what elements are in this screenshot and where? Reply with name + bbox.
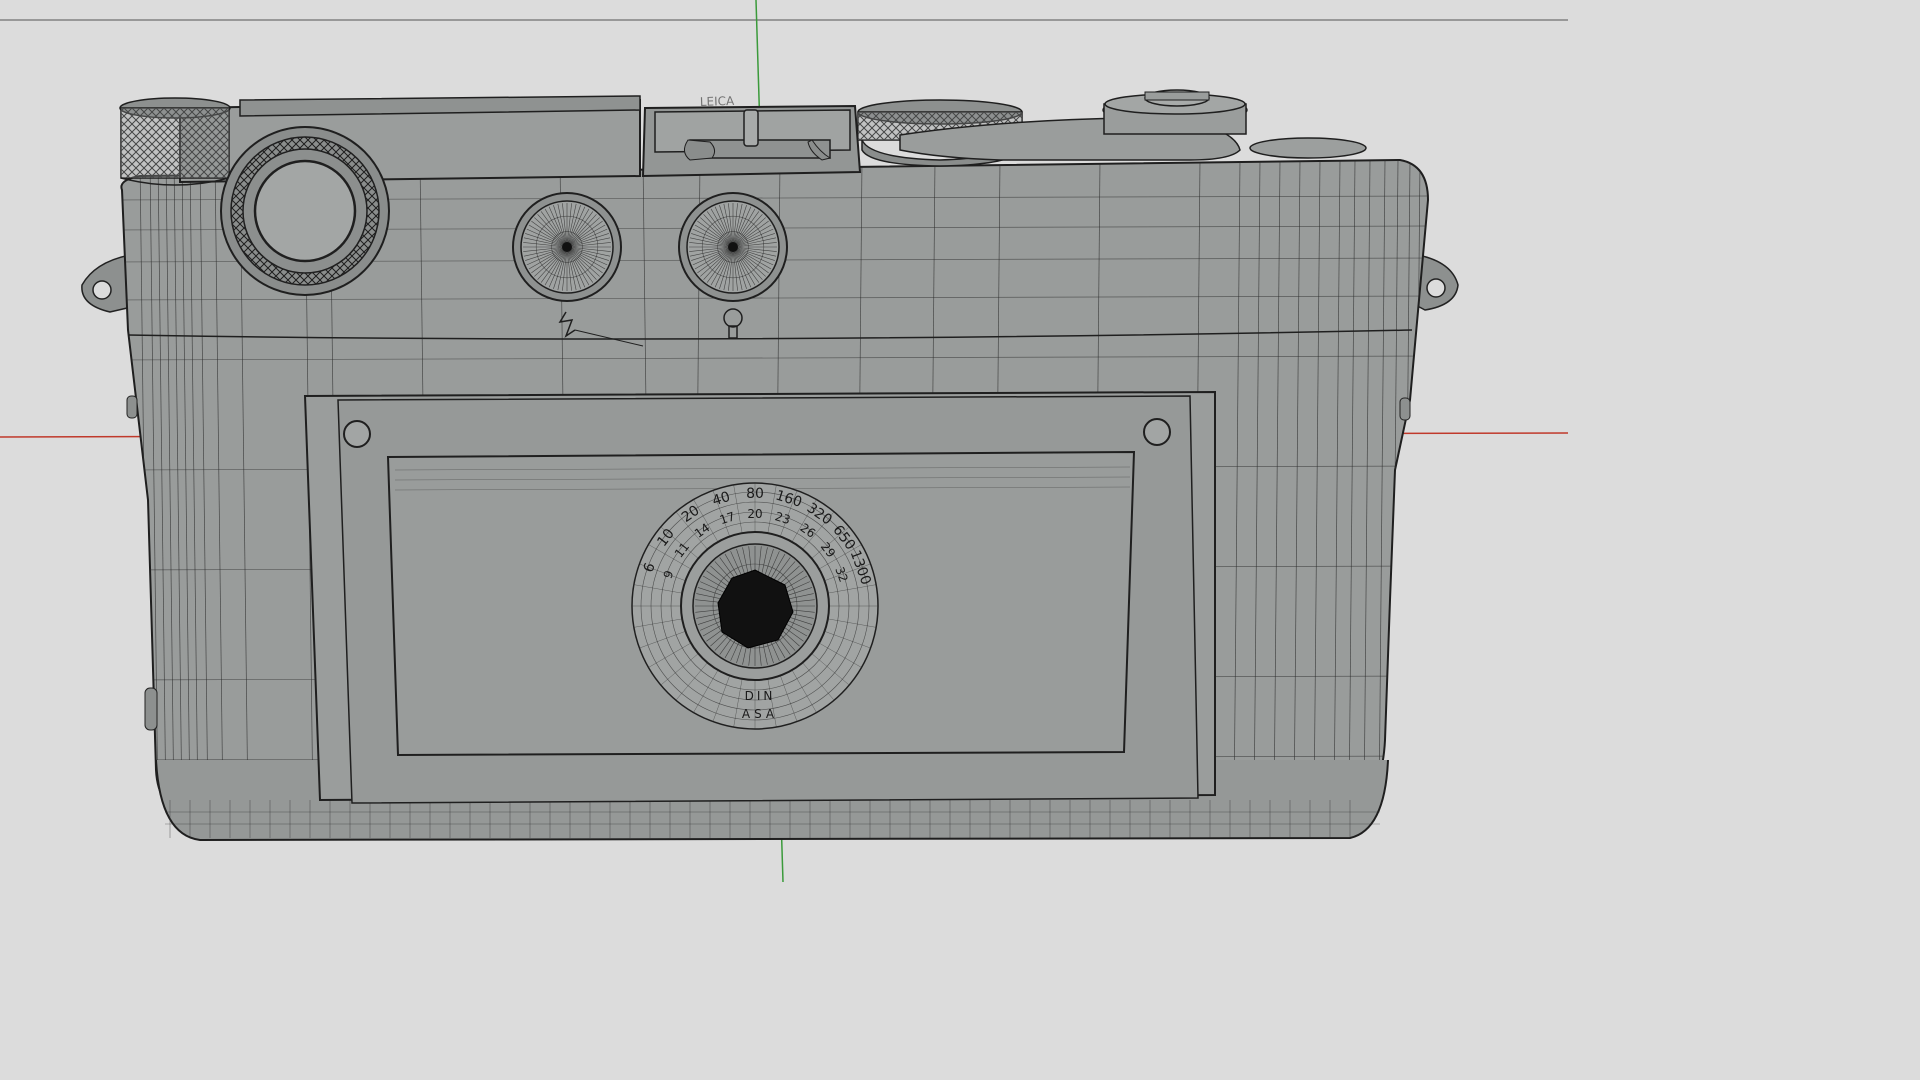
door-screw-right [1143, 418, 1171, 446]
din-label: DIN [745, 689, 776, 703]
asa-scale-label: 80 [746, 486, 764, 502]
bulb-window [678, 192, 788, 302]
door-screw-left [343, 420, 371, 448]
accessory-shoe [641, 104, 862, 178]
rewind-knob[interactable] [119, 97, 231, 186]
right-side-button [1399, 397, 1411, 421]
3d-viewport[interactable]: LEICA 6 10 20 40 80 160 320 650 1300 9 1… [0, 0, 1568, 882]
viewport-canvas[interactable]: LEICA 6102040 80 1603206501300 9111417 2… [0, 0, 1568, 882]
din-scale-label: 20 [747, 507, 762, 521]
left-side-button-lower [144, 687, 158, 731]
left-side-button-upper [126, 395, 138, 419]
asa-label: ASA [742, 707, 778, 721]
film-speed-reminder-dial[interactable]: 6102040 80 1603206501300 9111417 20 23262932… [631, 482, 879, 730]
flash-sync-window [512, 192, 622, 302]
viewfinder-eyepiece [220, 126, 390, 296]
